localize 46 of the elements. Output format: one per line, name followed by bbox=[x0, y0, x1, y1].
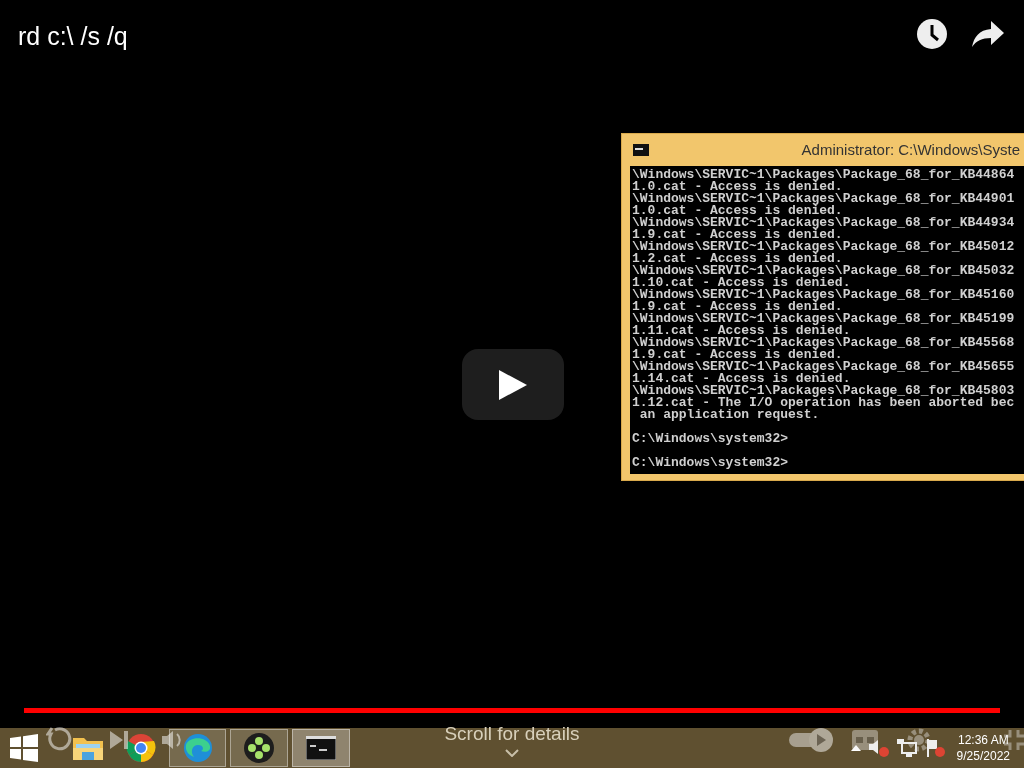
console-line: 1.9.cat - Access is denied. bbox=[632, 229, 843, 241]
chrome-icon bbox=[126, 733, 156, 763]
console-line: \Windows\SERVIC~1\Packages\Package_68_for_KB44901 bbox=[632, 193, 1016, 205]
console-line: \Windows\SERVIC~1\Packages\Package_68_for_KB45160 bbox=[632, 289, 1016, 301]
share-icon[interactable] bbox=[972, 21, 1004, 47]
console-line: \Windows\SERVIC~1\Packages\Package_68_for_KB45032 bbox=[632, 265, 1016, 277]
video-title: rd c:\ /s /q bbox=[18, 21, 128, 52]
flag-icon[interactable] bbox=[924, 739, 945, 757]
network-icon[interactable] bbox=[896, 739, 917, 757]
console-line: C:\Windows\system32> bbox=[632, 433, 790, 445]
clock-icon[interactable] bbox=[916, 18, 948, 50]
play-icon bbox=[499, 369, 527, 400]
chevron-down-icon[interactable] bbox=[505, 748, 519, 757]
clock[interactable]: 12:36 AM 9/25/2022 bbox=[956, 732, 1010, 764]
console-line: 1.9.cat - Access is denied. bbox=[632, 349, 843, 361]
edge-icon bbox=[182, 733, 213, 763]
console-line: C:\Windows\system32> bbox=[632, 457, 790, 469]
scroll-hint[interactable]: Scroll for details bbox=[444, 720, 580, 749]
play-button[interactable] bbox=[462, 349, 564, 420]
clock-time: 12:36 AM bbox=[957, 732, 1009, 748]
console-icon bbox=[633, 144, 649, 156]
gamepad-icon bbox=[243, 732, 275, 764]
console-line: 1.11.cat - Access is denied. bbox=[632, 325, 851, 337]
console-line: \Windows\SERVIC~1\Packages\Package_68_for_KB44864 bbox=[632, 169, 1016, 181]
console-line: 1.9.cat - Access is denied. bbox=[632, 301, 843, 313]
clock-date: 9/25/2022 bbox=[956, 748, 1010, 764]
taskbar-app-button[interactable] bbox=[292, 729, 350, 767]
taskbar-app-button[interactable] bbox=[230, 729, 288, 767]
windows-start-icon[interactable] bbox=[10, 734, 38, 762]
console-line: \Windows\SERVIC~1\Packages\Package_68_for_KB45803 bbox=[632, 385, 1016, 397]
window-title: Administrator: C:\Windows\Syste bbox=[801, 139, 1020, 160]
console-line: an application request. bbox=[638, 409, 820, 421]
console-line: \Windows\SERVIC~1\Packages\Package_68_for_KB45655 bbox=[632, 361, 1016, 373]
console-line: 1.0.cat - Access is denied. bbox=[632, 205, 843, 217]
chevron-up-icon[interactable] bbox=[850, 744, 861, 752]
console-line: \Windows\SERVIC~1\Packages\Package_68_for_KB45012 bbox=[632, 241, 1016, 253]
console-line: 1.2.cat - Access is denied. bbox=[632, 253, 843, 265]
console-line: 1.14.cat - Access is denied. bbox=[632, 373, 851, 385]
console-icon bbox=[306, 736, 336, 760]
console-line: 1.12.cat - The I/O operation has been aborted bec bbox=[632, 397, 1016, 409]
console-line: \Windows\SERVIC~1\Packages\Package_68_for_KB44934 bbox=[632, 217, 1016, 229]
speaker-muted-icon[interactable] bbox=[868, 739, 889, 757]
console-line: 1.0.cat - Access is denied. bbox=[632, 181, 843, 193]
console-line: \Windows\SERVIC~1\Packages\Package_68_for_KB45568 bbox=[632, 337, 1016, 349]
console-line: 1.10.cat - Access is denied. bbox=[632, 277, 851, 289]
console-line: \Windows\SERVIC~1\Packages\Package_68_for_KB45199 bbox=[632, 313, 1016, 325]
